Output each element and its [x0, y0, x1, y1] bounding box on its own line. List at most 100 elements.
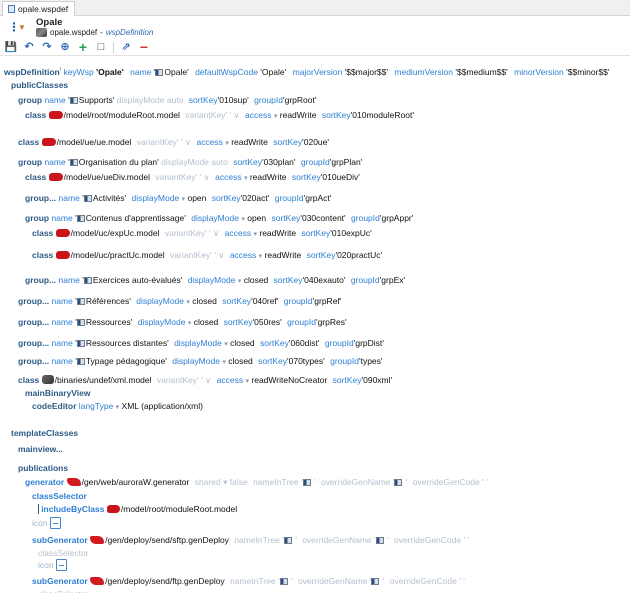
attr-name[interactable]: variantKey — [137, 137, 177, 147]
comment-icon[interactable]: □ — [95, 42, 107, 54]
file-import-icon[interactable] — [55, 559, 67, 571]
dropdown-caret-icon[interactable]: ▾ — [246, 378, 250, 385]
attr-name[interactable]: displayMode — [131, 193, 179, 203]
attr-name[interactable]: name — [52, 317, 73, 327]
add-icon[interactable]: + — [77, 40, 89, 54]
open-external-icon[interactable]: ⇗ — [120, 42, 132, 54]
class-path[interactable]: /model/ue/ue.model — [57, 137, 132, 147]
generator-path[interactable]: /gen/deploy/send/ftp.genDeploy — [105, 576, 225, 586]
file-import-icon[interactable] — [49, 517, 61, 529]
dropdown-caret-icon[interactable]: ▾ — [186, 299, 190, 306]
mainview-node[interactable]: mainview... — [18, 443, 63, 455]
wspdefinition-node[interactable]: wspDefinitioni keyWsp 'Opale' name 'Opal… — [4, 64, 610, 77]
attr-name[interactable]: sortKey — [189, 95, 218, 105]
attr-name[interactable]: variantKey — [157, 375, 197, 385]
attr-name[interactable]: groupId — [287, 317, 316, 327]
group-refs-node[interactable]: group... name 'Références' displayMode ▾… — [18, 295, 341, 307]
attr-name[interactable]: nameInTree — [234, 535, 280, 545]
chevron-down-icon[interactable]: ∨ — [204, 172, 210, 182]
dropdown-caret-icon[interactable]: ▾ — [225, 140, 229, 147]
attr-name[interactable]: sortKey — [258, 356, 287, 366]
attr-name[interactable]: sortKey — [272, 213, 301, 223]
include-by-class-node[interactable]: includeByClass /model/root/moduleRoot.mo… — [38, 503, 237, 515]
attr-name[interactable]: sortKey — [212, 193, 241, 203]
attr-name[interactable]: groupId — [351, 213, 380, 223]
icon-node[interactable]: icon — [38, 559, 67, 571]
attr-name[interactable]: groupId — [284, 296, 313, 306]
attr-name[interactable]: displayMode — [174, 338, 222, 348]
attr-name[interactable]: nameInTree — [253, 477, 299, 487]
class-uediv-node[interactable]: class /model/ue/ueDiv.model variantKey' … — [25, 171, 360, 183]
attr-name[interactable]: displayMode — [188, 275, 236, 285]
attr-name[interactable]: displayMode — [117, 95, 165, 105]
attr-name[interactable]: sortKey — [222, 296, 251, 306]
attr-name[interactable]: overrideGenCode — [390, 576, 457, 586]
dropdown-caret-icon[interactable]: ▾ — [222, 359, 226, 366]
icon-node[interactable]: icon — [32, 517, 61, 529]
class-path[interactable]: /model/root/moduleRoot.model — [64, 110, 180, 120]
attr-name[interactable]: overrideGenCode — [413, 477, 480, 487]
access-value[interactable]: readWrite — [259, 228, 296, 238]
template-classes-node[interactable]: templateClasses — [11, 427, 78, 439]
attr-name[interactable]: groupId — [275, 193, 304, 203]
attr-name[interactable]: keyWsp — [63, 67, 93, 77]
display-mode-value[interactable]: open — [187, 193, 206, 203]
attr-name[interactable]: sortKey — [292, 172, 321, 182]
attr-name[interactable]: access — [225, 228, 251, 238]
dropdown-caret-icon[interactable]: ▾ — [224, 341, 228, 348]
attr-name[interactable]: displayMode — [191, 213, 239, 223]
attr-name[interactable]: overrideGenCode — [394, 535, 461, 545]
dropdown-caret-icon[interactable]: ▾ — [253, 231, 257, 238]
attr-name[interactable]: displayMode — [136, 296, 184, 306]
attr-name[interactable]: minorVersion — [514, 67, 564, 77]
attr-name[interactable]: displayMode — [172, 356, 220, 366]
attr-name[interactable]: variantKey — [165, 228, 205, 238]
chevron-down-icon[interactable]: ∨ — [213, 228, 219, 238]
access-value[interactable]: readWriteNoCreator — [251, 375, 327, 385]
subgenerator-ftp-node[interactable]: subGenerator /gen/deploy/send/ftp.genDep… — [32, 575, 465, 587]
group-types-node[interactable]: group... name 'Typage pédagogique' displ… — [18, 355, 383, 367]
display-mode-value[interactable]: closed — [192, 296, 217, 306]
attr-name[interactable]: access — [230, 250, 256, 260]
dropdown-caret-icon[interactable]: ▾ — [241, 216, 245, 223]
class-path[interactable]: /binaries/undef/xml.model — [55, 375, 152, 385]
chevron-down-icon[interactable]: ∨ — [205, 375, 211, 385]
attr-name[interactable]: groupId — [301, 157, 330, 167]
class-selector-node[interactable]: classSelector — [38, 588, 89, 593]
attr-name[interactable]: nameInTree — [230, 576, 276, 586]
chevron-down-icon[interactable]: ∨ — [218, 250, 224, 260]
dropdown-caret-icon[interactable]: ▾ — [223, 477, 227, 487]
attr-name[interactable]: sortKey — [273, 137, 302, 147]
attr-name[interactable]: variantKey — [185, 110, 225, 120]
access-value[interactable]: readWrite — [265, 250, 302, 260]
group-exos-node[interactable]: group... name 'Exercices auto-évalués' d… — [25, 274, 405, 286]
dropdown-caret-icon[interactable]: ▾ — [182, 196, 186, 203]
attr-name[interactable]: groupId — [325, 338, 354, 348]
attr-name[interactable]: sortKey — [274, 275, 303, 285]
attr-name[interactable]: name — [52, 356, 73, 366]
public-classes-node[interactable]: publicClasses — [11, 79, 68, 91]
group-dist-node[interactable]: group... name 'Ressources distantes' dis… — [18, 337, 384, 349]
class-selector-node[interactable]: classSelector — [38, 547, 89, 559]
subgenerator-sftp-node[interactable]: subGenerator /gen/deploy/send/sftp.genDe… — [32, 534, 469, 546]
attr-name[interactable]: access — [196, 137, 222, 147]
collapse-caret-icon[interactable]: ▼ — [18, 23, 26, 32]
attr-name[interactable]: groupId — [254, 95, 283, 105]
dropdown-caret-icon[interactable]: ▾ — [274, 113, 278, 120]
attr-name[interactable]: defaultWspCode — [195, 67, 258, 77]
dropdown-caret-icon[interactable]: ▾ — [238, 278, 242, 285]
attr-name[interactable]: name — [51, 213, 72, 223]
display-mode-value[interactable]: closed — [194, 317, 219, 327]
class-xml-node[interactable]: class /binaries/undef/xml.model variantK… — [18, 374, 392, 386]
undo-icon[interactable]: ↶ — [23, 42, 35, 54]
display-mode-value[interactable]: closed — [244, 275, 269, 285]
attr-name[interactable]: variantKey — [170, 250, 210, 260]
access-value[interactable]: readWrite — [231, 137, 268, 147]
code-editor-node[interactable]: codeEditor langType ▾ XML (application/x… — [32, 400, 203, 412]
class-path[interactable]: /model/uc/practUc.model — [71, 250, 165, 260]
attr-name[interactable]: name — [130, 67, 151, 77]
attr-name[interactable]: groupId — [330, 356, 359, 366]
attr-name[interactable]: name — [52, 296, 73, 306]
class-path[interactable]: /model/ue/ueDiv.model — [64, 172, 150, 182]
display-mode-value[interactable]: closed — [228, 356, 253, 366]
